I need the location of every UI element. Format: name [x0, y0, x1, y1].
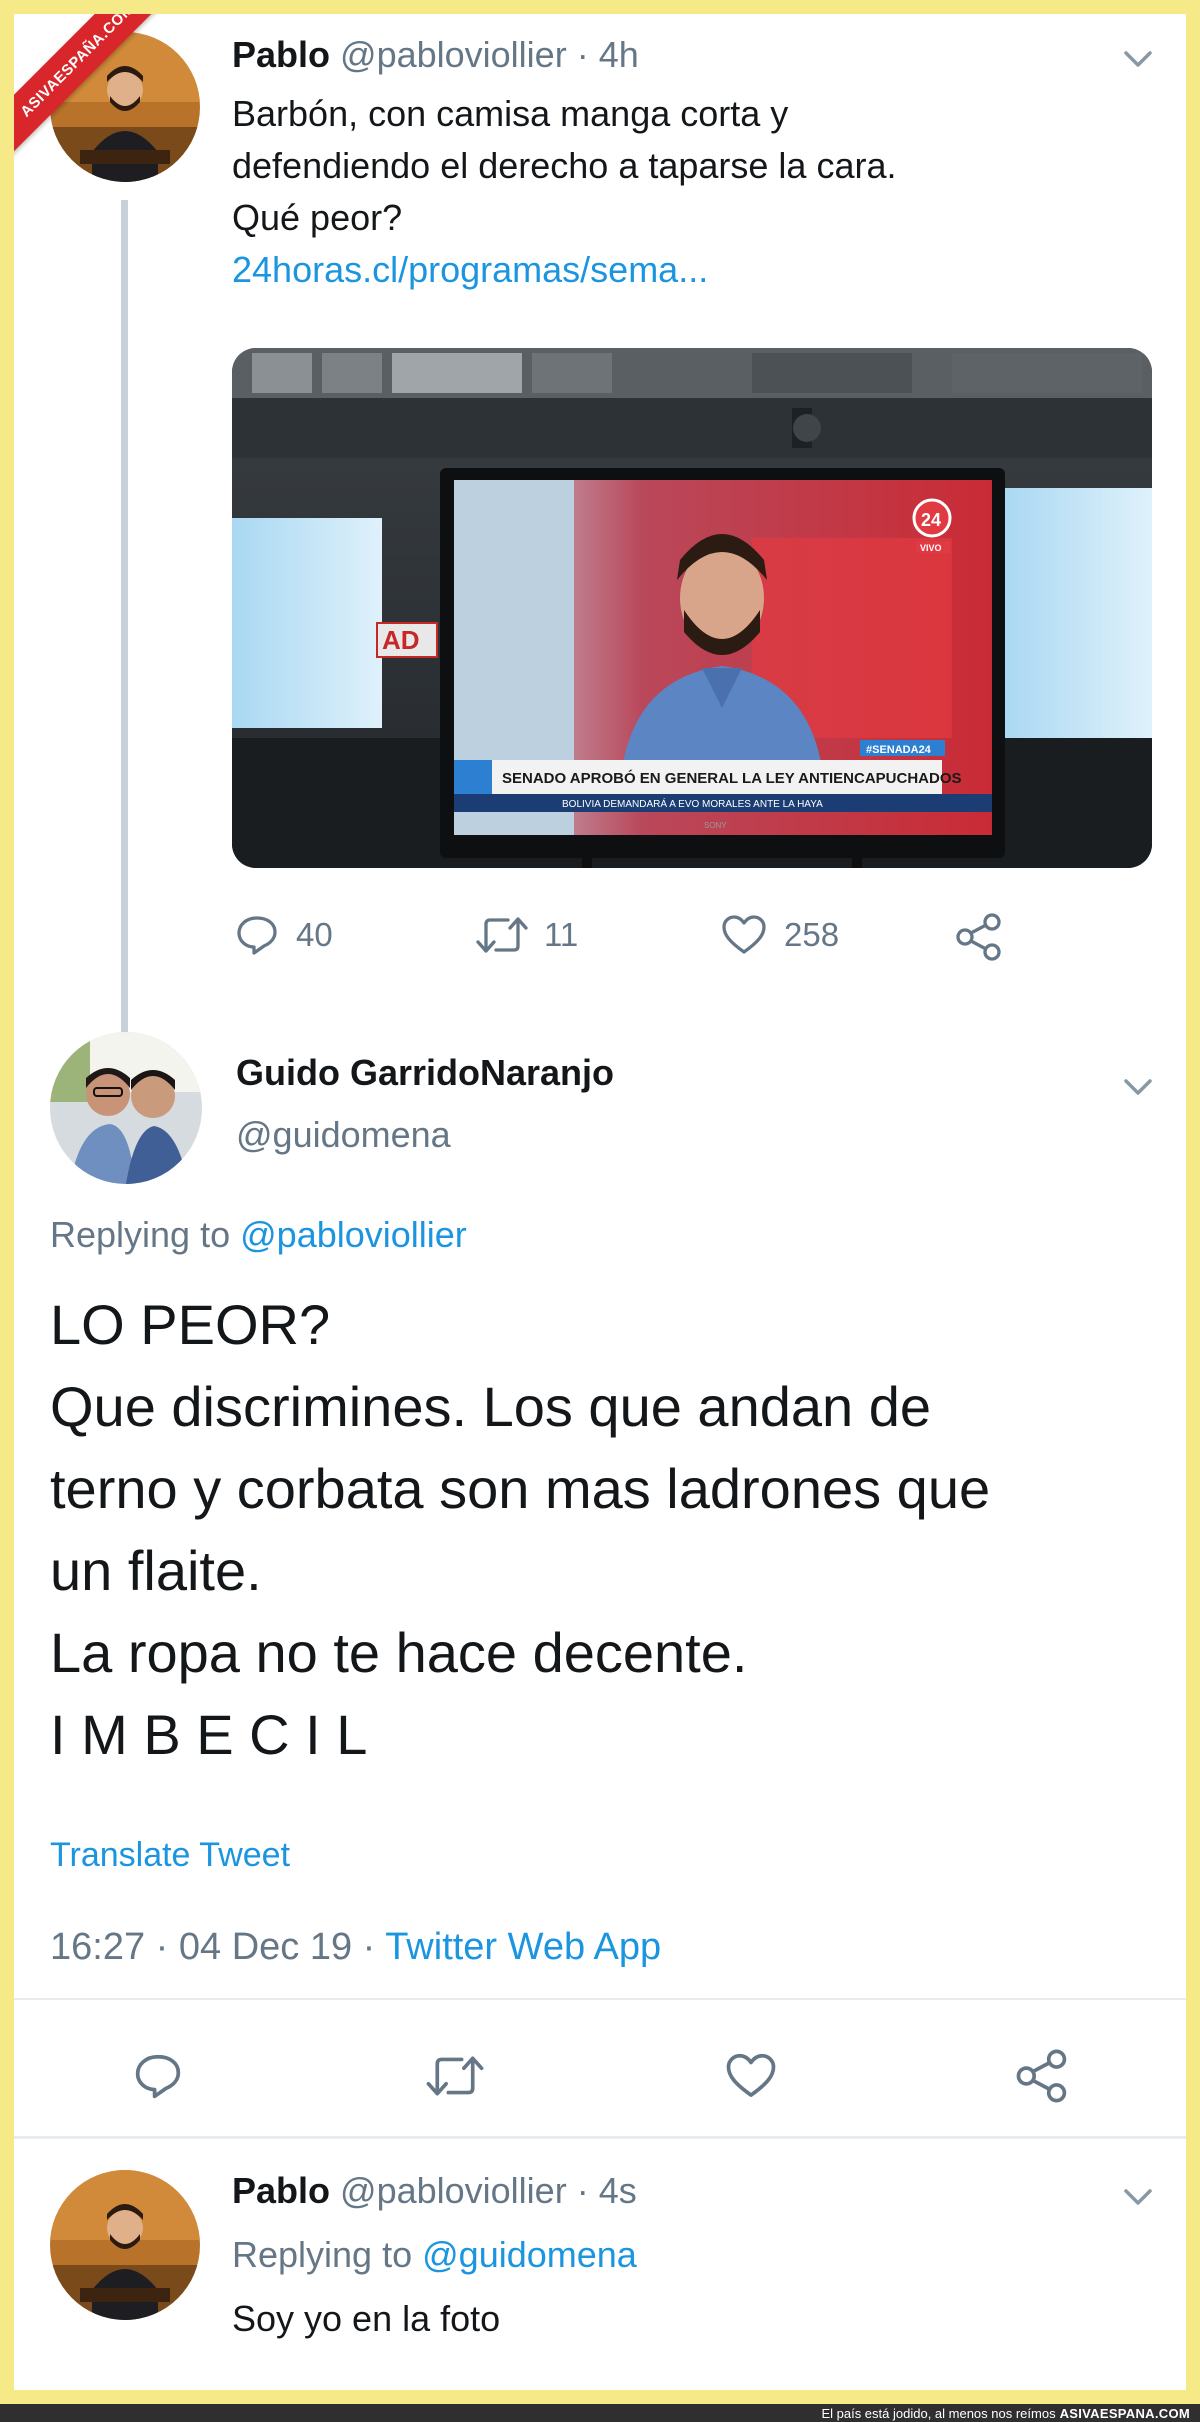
- tweet2-author-name: Guido GarridoNaranjo: [236, 1052, 614, 1094]
- translate-tweet-link[interactable]: Translate Tweet: [50, 1836, 290, 1875]
- tweet-time[interactable]: · 4h: [577, 34, 639, 75]
- divider: [14, 2136, 1186, 2139]
- replying-to-handle[interactable]: @guidomena: [422, 2234, 637, 2275]
- replying-prefix: Replying to: [50, 1214, 231, 1255]
- tv-hashtag: #SENADA24: [866, 744, 932, 756]
- tweet-source[interactable]: Twitter Web App: [385, 1926, 661, 1968]
- wall-logo: AD: [382, 625, 420, 655]
- tv-lower-third: SENADO APROBÓ EN GENERAL LA LEY ANTIENCA…: [502, 769, 962, 787]
- tweet-link[interactable]: 24horas.cl/programas/sema...: [232, 244, 896, 296]
- site-footer: El país está jodido, al menos nos reímos…: [0, 2404, 1200, 2422]
- tweet-text-line: un flaite.: [50, 1539, 262, 1602]
- reply-action[interactable]: [132, 2050, 184, 2102]
- chevron-down-icon[interactable]: [1118, 2182, 1158, 2212]
- tv-brand: SONY: [704, 821, 727, 830]
- tweet-text-line: I M B E C I L: [50, 1703, 368, 1766]
- tweet3-replying: Replying to @guidomena: [232, 2234, 637, 2276]
- reply-action[interactable]: 40: [234, 912, 333, 958]
- like-action[interactable]: [724, 2050, 778, 2102]
- heart-icon: [726, 2053, 776, 2097]
- like-action[interactable]: 258: [720, 912, 839, 958]
- chevron-down-icon[interactable]: [1118, 1072, 1158, 1102]
- tweet-text-line: Que discrimines. Los que andan de: [50, 1375, 931, 1438]
- like-count: 258: [784, 916, 840, 953]
- author-handle[interactable]: @guidomena: [236, 1114, 451, 1155]
- author-name[interactable]: Guido GarridoNaranjo: [236, 1052, 614, 1093]
- footer-caption: El país está jodido, al menos nos reímos: [821, 2405, 1056, 2421]
- tweet-text-line: La ropa no te hace decente.: [50, 1621, 748, 1684]
- tweet3-text: Soy yo en la foto: [232, 2298, 501, 2339]
- reply-count: 40: [296, 916, 333, 953]
- tweet-text-line: LO PEOR?: [50, 1293, 331, 1356]
- retweet-count: 11: [544, 916, 579, 953]
- reply-icon: [135, 2054, 181, 2099]
- divider: [14, 1998, 1186, 2000]
- retweet-action[interactable]: 11: [474, 912, 578, 958]
- chevron-down-icon[interactable]: [1118, 44, 1158, 74]
- share-action[interactable]: [954, 912, 1004, 962]
- avatar-guido[interactable]: [50, 1032, 202, 1184]
- tweet-text-line: Qué peor?: [232, 197, 403, 238]
- author-handle[interactable]: @pabloviollier: [340, 34, 567, 75]
- tweet-image[interactable]: AD 24 VIVO #SENADA24 SENADO APROBÓ EN GE…: [232, 348, 1152, 868]
- tweet3-header: Pablo @pabloviollier · 4s: [232, 2170, 637, 2212]
- tweet2-text: LO PEOR? Que discrimines. Los que andan …: [50, 1284, 990, 1776]
- reply-icon: [237, 916, 277, 955]
- share-action[interactable]: [1014, 2048, 1070, 2104]
- thread-line: [121, 200, 128, 1040]
- avatar-pablo[interactable]: [50, 2170, 200, 2320]
- footer-brand[interactable]: ASIVAESPANA.COM: [1060, 2406, 1190, 2421]
- retweet-action[interactable]: [424, 2050, 486, 2102]
- screenshot-frame: ASIVAESPAÑA.COM Pablo @pabloviollier · 4…: [14, 14, 1186, 2390]
- tweet-time[interactable]: · 4s: [577, 2170, 637, 2211]
- tweet2-replying: Replying to @pabloviollier: [50, 1214, 467, 1256]
- channel-logo: 24: [921, 510, 941, 530]
- share-icon: [1016, 2049, 1067, 2103]
- tweet-text-line: defendiendo el derecho a taparse la cara…: [232, 145, 897, 186]
- author-name[interactable]: Pablo: [232, 2170, 330, 2211]
- tweet2-meta: 16:27 · 04 Dec 19 · Twitter Web App: [50, 1926, 661, 1969]
- heart-icon: [722, 915, 766, 954]
- author-handle[interactable]: @pabloviollier: [340, 2170, 567, 2211]
- tweet-timestamp[interactable]: 16:27 · 04 Dec 19 ·: [50, 1926, 375, 1968]
- tv-ticker: BOLIVIA DEMANDARÁ A EVO MORALES ANTE LA …: [562, 797, 823, 810]
- author-name[interactable]: Pablo: [232, 34, 330, 75]
- tweet-text-line: terno y corbata son mas ladrones que: [50, 1457, 991, 1520]
- tweet1-text: Barbón, con camisa manga corta y defendi…: [232, 88, 896, 296]
- replying-prefix: Replying to: [232, 2234, 413, 2275]
- replying-to-handle[interactable]: @pabloviollier: [240, 1214, 467, 1255]
- tweet-text-line: Barbón, con camisa manga corta y: [232, 93, 789, 134]
- retweet-icon: [426, 2056, 484, 2096]
- tweet1-header: Pablo @pabloviollier · 4h: [232, 34, 639, 76]
- tweet2-author-handle: @guidomena: [236, 1114, 451, 1156]
- retweet-icon: [476, 917, 528, 953]
- live-badge: VIVO: [920, 543, 942, 553]
- share-icon: [956, 913, 1001, 961]
